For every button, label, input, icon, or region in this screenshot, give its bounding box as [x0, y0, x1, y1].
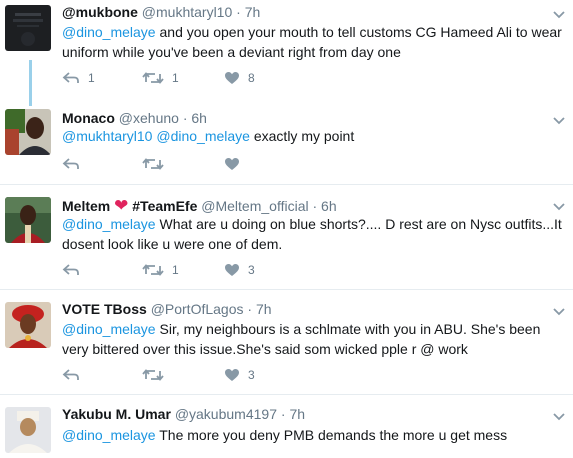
tweet-header: VOTE TBoss @PortOfLagos · 7h	[62, 301, 272, 317]
user-handle[interactable]: @mukhtaryl10	[142, 4, 232, 20]
display-name[interactable]: Meltem	[62, 198, 110, 214]
reply-icon	[62, 369, 79, 380]
avatar[interactable]	[5, 302, 51, 348]
timestamp[interactable]: 7h	[256, 301, 272, 317]
tweet-header: Meltem ❤ #TeamEfe @Meltem_official · 6h	[62, 196, 337, 216]
tweet-3[interactable]: Meltem ❤ #TeamEfe @Meltem_official · 6h …	[0, 184, 573, 290]
chevron-down-icon[interactable]	[552, 116, 566, 126]
retweet-icon	[142, 72, 164, 84]
like-button[interactable]	[224, 154, 248, 174]
timestamp[interactable]: 7h	[245, 4, 261, 20]
retweet-icon	[142, 369, 164, 381]
tweet-5[interactable]: Yakubu M. Umar @yakubum4197 · 7h @dino_m…	[0, 394, 573, 458]
timestamp[interactable]: 7h	[289, 406, 305, 422]
tweet-text: @dino_melaye and you open your mouth to …	[62, 22, 562, 62]
chevron-down-icon[interactable]	[552, 202, 566, 212]
tweet-header: Monaco @xehuno · 6h	[62, 110, 207, 126]
dot-separator: ·	[182, 110, 188, 126]
retweet-button[interactable]: 1	[142, 260, 179, 280]
tweet-header: Yakubu M. Umar @yakubum4197 · 7h	[62, 406, 305, 422]
chevron-down-icon[interactable]	[552, 412, 566, 422]
like-button[interactable]: 3	[224, 260, 255, 280]
tweet-4[interactable]: VOTE TBoss @PortOfLagos · 7h @dino_melay…	[0, 289, 573, 395]
mention-link[interactable]: @mukhtaryl10 @dino_melaye	[62, 128, 250, 144]
timestamp[interactable]: 6h	[321, 198, 337, 214]
reply-button[interactable]	[62, 365, 88, 385]
user-handle[interactable]: @Meltem_official	[201, 198, 308, 214]
reply-icon	[62, 158, 79, 169]
avatar[interactable]	[5, 197, 51, 243]
tweet-1[interactable]: @mukbone @mukhtaryl10 · 7h @dino_melaye …	[0, 0, 573, 106]
timestamp[interactable]: 6h	[191, 110, 207, 126]
red-heart-emoji-icon: ❤	[114, 196, 129, 215]
tweet-text: @dino_melaye Sir, my neighbours is a sch…	[62, 319, 562, 359]
avatar[interactable]	[5, 109, 51, 155]
retweet-icon	[142, 158, 164, 170]
like-button[interactable]: 8	[224, 68, 255, 88]
tweet-text: @dino_melaye The more you deny PMB deman…	[62, 425, 562, 445]
reply-button[interactable]: 1	[62, 68, 95, 88]
display-name[interactable]: Yakubu M. Umar	[62, 406, 171, 422]
display-name[interactable]: VOTE TBoss	[62, 301, 147, 317]
mention-link[interactable]: @dino_melaye	[62, 24, 156, 40]
dot-separator: ·	[312, 198, 318, 214]
avatar[interactable]	[5, 5, 51, 51]
dot-separator: ·	[236, 4, 241, 20]
like-icon	[225, 158, 239, 170]
tweet-text: @dino_melaye What are u doing on blue sh…	[62, 214, 562, 254]
tweet-body: exactly my point	[249, 128, 355, 144]
retweet-icon	[142, 264, 164, 276]
user-handle[interactable]: @xehuno	[119, 110, 179, 126]
retweet-button[interactable]: 1	[142, 68, 179, 88]
reply-icon	[62, 72, 79, 83]
reply-count: 1	[88, 71, 95, 85]
display-name[interactable]: Monaco	[62, 110, 115, 126]
dot-separator: ·	[247, 301, 253, 317]
mention-link[interactable]: @dino_melaye	[62, 427, 156, 443]
like-icon	[225, 264, 239, 276]
mention-link[interactable]: @dino_melaye	[62, 216, 156, 232]
like-button[interactable]: 3	[224, 365, 255, 385]
display-name[interactable]: @mukbone	[62, 4, 138, 20]
chevron-down-icon[interactable]	[552, 10, 566, 20]
retweet-count: 1	[172, 71, 179, 85]
avatar[interactable]	[5, 407, 51, 453]
retweet-count: 1	[172, 263, 179, 277]
tweet-header: @mukbone @mukhtaryl10 · 7h	[62, 4, 260, 20]
like-count: 3	[248, 263, 255, 277]
like-count: 8	[248, 71, 255, 85]
user-handle[interactable]: @PortOfLagos	[151, 301, 244, 317]
retweet-button[interactable]	[142, 154, 172, 174]
dot-separator: ·	[280, 406, 286, 422]
user-handle[interactable]: @yakubum4197	[175, 406, 277, 422]
tweet-text: @mukhtaryl10 @dino_melaye exactly my poi…	[62, 126, 562, 146]
chevron-down-icon[interactable]	[552, 307, 566, 317]
mention-link[interactable]: @dino_melaye	[62, 321, 156, 337]
display-name-hashtag[interactable]: #TeamEfe	[132, 198, 197, 214]
like-icon	[225, 369, 239, 381]
tweet-body: The more you deny PMB demands the more u…	[155, 427, 508, 443]
like-icon	[225, 72, 239, 84]
reply-icon	[62, 264, 79, 275]
reply-button[interactable]	[62, 154, 88, 174]
retweet-button[interactable]	[142, 365, 172, 385]
reply-button[interactable]	[62, 260, 88, 280]
thread-connector	[29, 60, 32, 106]
like-count: 3	[248, 368, 255, 382]
tweet-2[interactable]: Monaco @xehuno · 6h @mukhtaryl10 @dino_m…	[0, 106, 573, 184]
